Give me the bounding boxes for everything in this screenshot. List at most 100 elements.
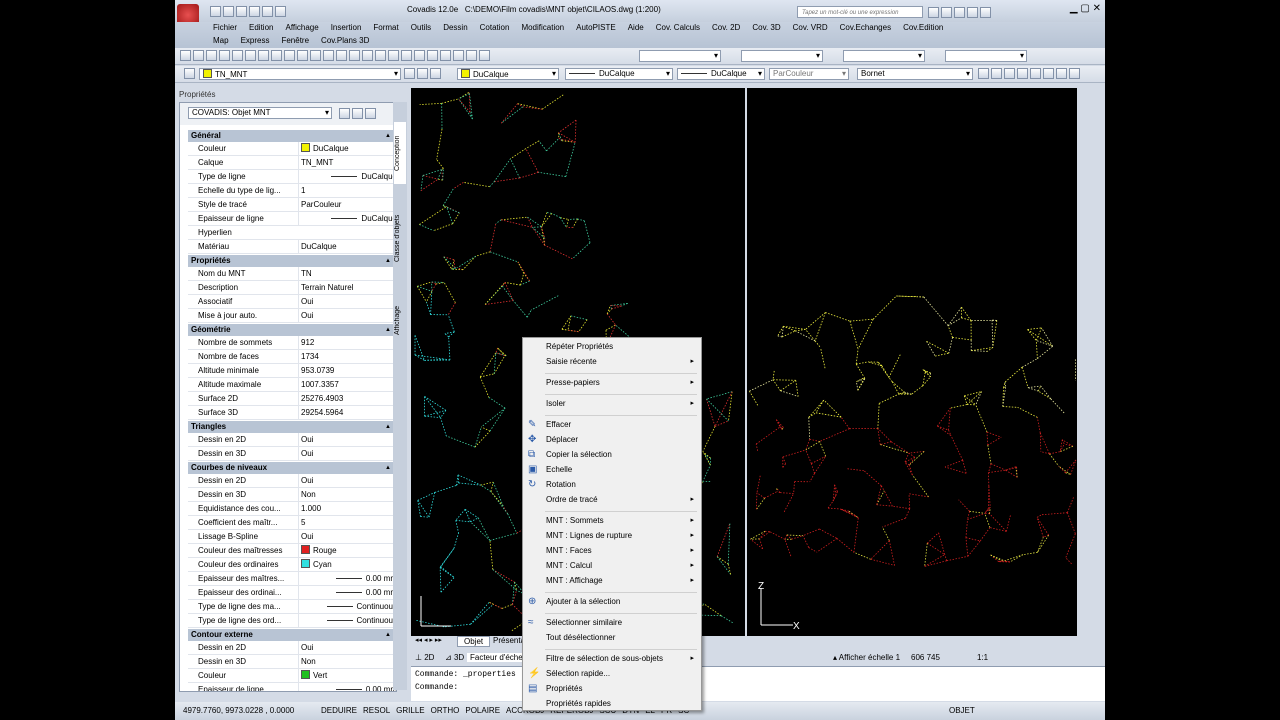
toggle-ortho[interactable]: ORTHO	[429, 702, 462, 720]
property-value[interactable]: Terrain Naturel	[298, 281, 396, 294]
toggle-grille[interactable]: GRILLE	[394, 702, 426, 720]
property-row[interactable]: Type de ligne des ord... Continuous	[188, 614, 396, 628]
menu-outils[interactable]: Outils	[411, 23, 431, 32]
tool-palettes-icon[interactable]	[427, 50, 438, 61]
property-value[interactable]: Oui	[298, 447, 396, 460]
property-row[interactable]: Hyperlien	[188, 226, 396, 240]
property-value[interactable]: 0.00 mm	[298, 683, 396, 691]
layer-state-icon[interactable]	[430, 68, 441, 79]
property-row[interactable]: Couleur des ordinaires Cyan	[188, 558, 396, 572]
property-value[interactable]: 1.000	[298, 502, 396, 515]
qnew-icon[interactable]	[180, 50, 191, 61]
ctx-effacer[interactable]: Effacer ✎	[523, 418, 701, 432]
property-value[interactable]: 912	[298, 336, 396, 349]
color-combo[interactable]: DuCalque	[457, 68, 559, 80]
view-tool-2-icon[interactable]	[991, 68, 1002, 79]
view-tool-5-icon[interactable]	[1030, 68, 1041, 79]
print-icon[interactable]	[219, 50, 230, 61]
property-value[interactable]: Cyan	[298, 558, 396, 571]
annotation-scale[interactable]: ▴ Afficher échelle 1	[833, 653, 900, 662]
property-value[interactable]: Oui	[298, 433, 396, 446]
menu-aide[interactable]: Aide	[628, 23, 644, 32]
property-value[interactable]: Continuous	[298, 600, 396, 613]
viewport-right[interactable]: Z X	[747, 88, 1077, 636]
menu-cotation[interactable]: Cotation	[480, 23, 510, 32]
properties-tb-icon[interactable]	[401, 50, 412, 61]
property-value[interactable]: 1007.3357	[298, 378, 396, 391]
property-value[interactable]: DuCalque	[298, 212, 396, 225]
view-tool-3-icon[interactable]	[1004, 68, 1015, 79]
layer-current-icon[interactable]	[404, 68, 415, 79]
property-value[interactable]: Oui	[298, 641, 396, 654]
markup-icon[interactable]	[453, 50, 464, 61]
section-2[interactable]: Géométrie	[188, 323, 396, 336]
ctx-r-p-ter-propri-t-s[interactable]: Répéter Propriétés	[523, 340, 701, 354]
ctx-s-lectionner-similaire[interactable]: Sélectionner similaire ≈	[523, 616, 701, 630]
menu-map[interactable]: Map	[213, 36, 229, 45]
property-value[interactable]: Non	[298, 655, 396, 668]
section-1[interactable]: Propriétés	[188, 254, 396, 267]
menu-affichage[interactable]: Affichage	[285, 23, 318, 32]
ctx-propri-t-s-rapides[interactable]: Propriétés rapides	[523, 697, 701, 711]
menu-cov-calculs[interactable]: Cov. Calculs	[656, 23, 700, 32]
multileader-style-combo[interactable]	[945, 50, 1027, 62]
menu-autopiste[interactable]: AutoPISTE	[576, 23, 616, 32]
ctx-presse-papiers[interactable]: Presse-papiers ▸	[523, 376, 701, 390]
ctx-ajouter-la-s-lection[interactable]: Ajouter à la sélection ⊕	[523, 595, 701, 609]
property-value[interactable]: Rouge	[298, 544, 396, 557]
redo-tb-icon[interactable]	[336, 50, 347, 61]
zoom-realtime-icon[interactable]	[362, 50, 373, 61]
property-value[interactable]: Oui	[298, 530, 396, 543]
property-row[interactable]: Echelle du type de lig... 1	[188, 184, 396, 198]
property-row[interactable]: Epaisseur des ordinai... 0.00 mm	[188, 586, 396, 600]
save-file-icon[interactable]	[206, 50, 217, 61]
calculator-icon[interactable]	[466, 50, 477, 61]
open-icon[interactable]	[223, 6, 234, 17]
property-row[interactable]: Nom du MNT TN	[188, 267, 396, 281]
section-0[interactable]: Général	[188, 129, 396, 142]
open-file-icon[interactable]	[193, 50, 204, 61]
block-icon[interactable]	[310, 50, 321, 61]
property-row[interactable]: Dessin en 2D Oui	[188, 641, 396, 655]
menu-fen-tre[interactable]: Fenêtre	[281, 36, 309, 45]
tab-conception[interactable]: Conception	[394, 122, 406, 184]
property-value[interactable]: 953.0739	[298, 364, 396, 377]
search-box[interactable]: Tapez un mot-clé ou une expression	[797, 6, 923, 18]
property-value[interactable]: Continuous	[298, 614, 396, 627]
publish-icon[interactable]	[245, 50, 256, 61]
tab-nav-arrows[interactable]: ◂◂ ◂ ▸ ▸▸	[415, 636, 442, 644]
help-tb-icon[interactable]	[479, 50, 490, 61]
ctx-mnt-faces[interactable]: MNT : Faces ▸	[523, 544, 701, 558]
cut-icon[interactable]	[258, 50, 269, 61]
pan-icon[interactable]	[349, 50, 360, 61]
ctx-s-lection-rapide[interactable]: Sélection rapide... ⚡	[523, 667, 701, 681]
object-type-combo[interactable]: COVADIS: Objet MNT	[188, 107, 332, 119]
ctx-rotation[interactable]: Rotation ↻	[523, 478, 701, 492]
property-row[interactable]: Dessin en 2D Oui	[188, 433, 396, 447]
menu-cov-edition[interactable]: Cov.Edition	[903, 23, 943, 32]
ctx-isoler[interactable]: Isoler ▸	[523, 397, 701, 411]
property-row[interactable]: Epaisseur des maîtres... 0.00 mm	[188, 572, 396, 586]
design-center-icon[interactable]	[414, 50, 425, 61]
layer-combo[interactable]: TN_MNT	[199, 68, 401, 80]
ctx-mnt-calcul[interactable]: MNT : Calcul ▸	[523, 559, 701, 573]
property-value[interactable]: 0.00 mm	[298, 586, 396, 599]
menu-edition[interactable]: Edition	[249, 23, 273, 32]
ctx-mnt-lignes-de-rupture[interactable]: MNT : Lignes de rupture ▸	[523, 529, 701, 543]
ctx-mnt-sommets[interactable]: MNT : Sommets ▸	[523, 514, 701, 528]
command-line[interactable]: Commande: _properties Commande:	[411, 666, 1105, 701]
property-row[interactable]: Nombre de sommets 912	[188, 336, 396, 350]
property-row[interactable]: Couleur Vert	[188, 669, 396, 683]
ctx-mnt-affichage[interactable]: MNT : Affichage ▸	[523, 574, 701, 588]
menu-fichier[interactable]: Fichier	[213, 23, 237, 32]
property-value[interactable]: 25276.4903	[298, 392, 396, 405]
property-row[interactable]: Coefficient des maîtr... 5	[188, 516, 396, 530]
layer-previous-icon[interactable]	[417, 68, 428, 79]
ctx-tout-d-s-lectionner[interactable]: Tout désélectionner	[523, 631, 701, 645]
model-space-toggle[interactable]: OBJET	[949, 702, 975, 720]
property-value[interactable]: DuCalque	[298, 240, 396, 253]
property-row[interactable]: Calque TN_MNT	[188, 156, 396, 170]
property-value[interactable]: 1	[298, 184, 396, 197]
view-2d[interactable]: ⊥ 2D	[415, 653, 434, 662]
ctx-saisie-r-cente[interactable]: Saisie récente ▸	[523, 355, 701, 369]
